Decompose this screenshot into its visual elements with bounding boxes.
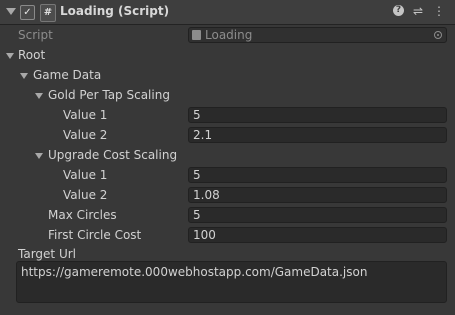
max-circles-field[interactable]: 5 bbox=[188, 207, 447, 223]
upgrade-cost-foldout-label[interactable]: Upgrade Cost Scaling bbox=[48, 148, 177, 162]
gold-per-tap-foldout-label[interactable]: Gold Per Tap Scaling bbox=[48, 88, 170, 102]
root-foldout-arrow-icon[interactable] bbox=[6, 53, 14, 59]
object-picker-icon[interactable] bbox=[434, 31, 442, 39]
script-label: Script bbox=[18, 28, 53, 42]
help-icon[interactable]: ? bbox=[393, 5, 404, 16]
preset-sliders-icon[interactable]: ⇌ bbox=[411, 4, 425, 18]
gold-value2-field[interactable]: 2.1 bbox=[188, 127, 447, 143]
root-foldout-label[interactable]: Root bbox=[18, 48, 45, 62]
first-circle-cost-field[interactable]: 100 bbox=[188, 227, 447, 243]
target-url-label: Target Url bbox=[18, 247, 76, 261]
component-header[interactable]: ✓ # Loading (Script) ? ⇌ ⋮ bbox=[0, 0, 455, 25]
upgrade-value1-field[interactable]: 5 bbox=[188, 167, 447, 183]
script-asset-icon bbox=[192, 30, 201, 40]
script-icon: # bbox=[40, 4, 56, 22]
component-title[interactable]: Loading (Script) bbox=[60, 4, 169, 18]
enabled-checkbox[interactable]: ✓ bbox=[20, 5, 35, 20]
upgrade-value1-label: Value 1 bbox=[63, 168, 108, 182]
upgrade-value2-field[interactable]: 1.08 bbox=[188, 187, 447, 203]
first-circle-cost-label: First Circle Cost bbox=[48, 228, 142, 242]
upgrade-value2-label: Value 2 bbox=[63, 188, 108, 202]
gold-per-tap-foldout-arrow-icon[interactable] bbox=[35, 93, 43, 99]
gold-value1-field[interactable]: 5 bbox=[188, 107, 447, 123]
max-circles-label: Max Circles bbox=[48, 208, 117, 222]
upgrade-cost-foldout-arrow-icon[interactable] bbox=[35, 153, 43, 159]
target-url-textarea[interactable]: https://gameremote.000webhostapp.com/Gam… bbox=[16, 261, 447, 303]
gold-value2-label: Value 2 bbox=[63, 128, 108, 142]
more-options-icon[interactable]: ⋮ bbox=[432, 4, 446, 18]
script-object-field[interactable]: Loading bbox=[188, 27, 447, 43]
gold-value1-label: Value 1 bbox=[63, 108, 108, 122]
collapse-arrow-icon[interactable] bbox=[6, 8, 16, 15]
game-data-foldout-label[interactable]: Game Data bbox=[33, 68, 101, 82]
script-field-value: Loading bbox=[205, 28, 253, 42]
game-data-foldout-arrow-icon[interactable] bbox=[20, 73, 28, 79]
